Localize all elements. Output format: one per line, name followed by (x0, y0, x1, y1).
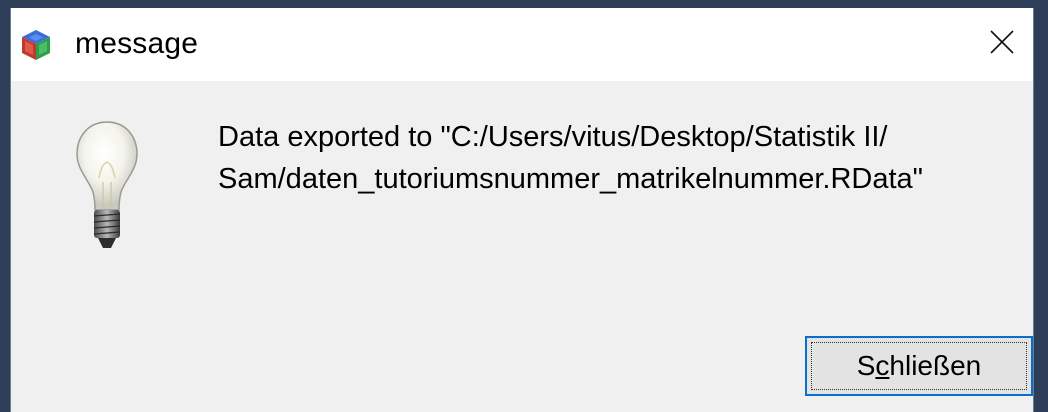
message-dialog: message Data exported to "C:/Users/vitus… (10, 8, 1034, 412)
close-dialog-button[interactable]: Schließen (805, 336, 1033, 396)
title-bar[interactable]: message (11, 8, 1033, 81)
message-text: Data exported to "C:/Users/vitus/Desktop… (218, 116, 923, 200)
close-icon (989, 29, 1015, 60)
close-dialog-button-label: Schließen (856, 350, 982, 381)
window-title: message (75, 27, 199, 60)
tk-feather-cube-icon (19, 28, 53, 62)
message-line-2: Sam/daten_tutoriumsnummer_matrikelnummer… (218, 163, 923, 195)
lightbulb-icon (73, 118, 141, 258)
message-line-1: Data exported to "C:/Users/vitus/Desktop… (218, 121, 888, 153)
close-button[interactable] (971, 8, 1033, 81)
